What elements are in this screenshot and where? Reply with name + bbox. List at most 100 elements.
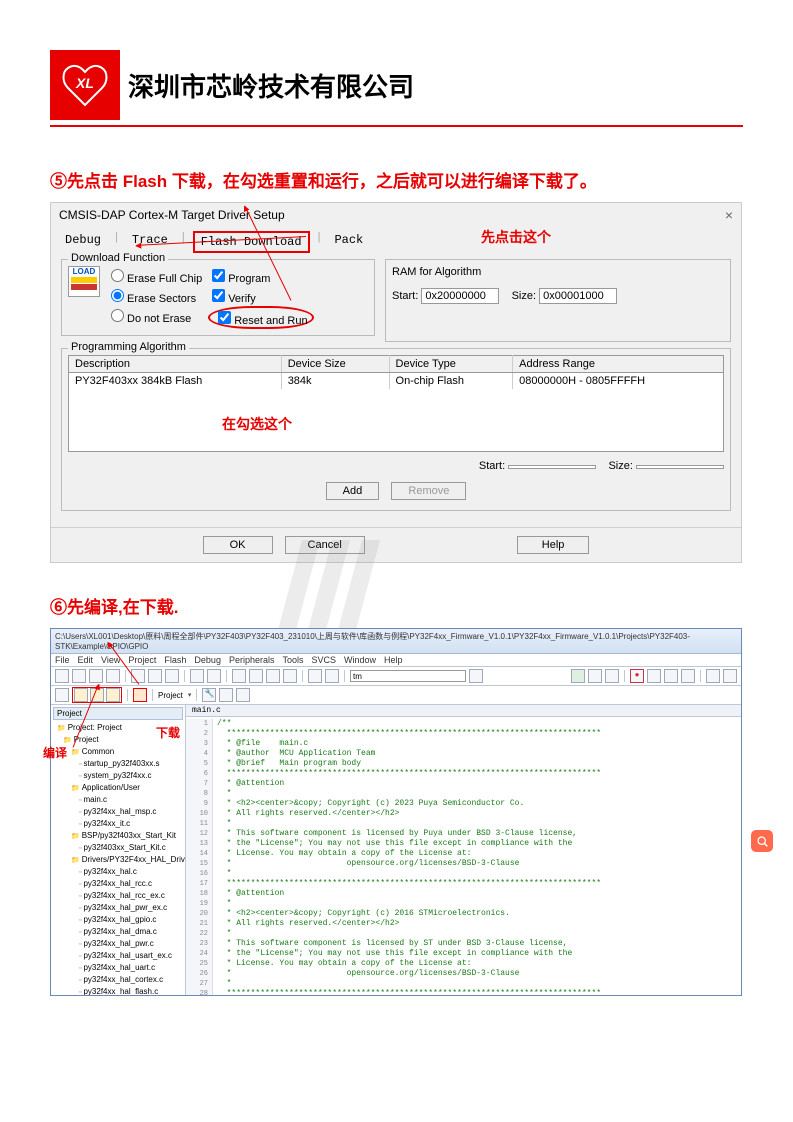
stop-icon[interactable]: ● [630, 669, 644, 683]
menu-project[interactable]: Project [128, 655, 156, 665]
project-tree[interactable]: Project Project: ProjectProjectCommonsta… [51, 705, 186, 995]
ok-button[interactable]: OK [203, 536, 273, 554]
tree-file[interactable]: startup_py32f403xx.s [53, 758, 183, 770]
tree-file[interactable]: py32f4xx_hal_dma.c [53, 926, 183, 938]
logo: XL [50, 50, 120, 120]
breakpoint-icon[interactable] [588, 669, 602, 683]
tree-folder[interactable]: Application/User [53, 782, 183, 794]
annotation-compile: 编译 [43, 744, 67, 761]
step6-title: ⑥先编译,在下载. [50, 593, 743, 618]
tab-trace[interactable]: Trace [126, 231, 174, 253]
th-address-range: Address Range [513, 356, 724, 373]
tree-file[interactable]: py32f4xx_hal_pwr_ex.c [53, 902, 183, 914]
tool-icon[interactable] [723, 669, 737, 683]
target-icon[interactable] [55, 688, 69, 702]
bookmark-icon[interactable] [232, 669, 246, 683]
ram-size-input[interactable]: 0x00001000 [539, 288, 617, 304]
bottom-size-input[interactable] [636, 465, 724, 469]
step-icon[interactable] [664, 669, 678, 683]
run-icon[interactable] [647, 669, 661, 683]
debug-icon[interactable] [571, 669, 585, 683]
check-program[interactable]: Program [208, 266, 313, 285]
outdent-icon[interactable] [325, 669, 339, 683]
options-icon[interactable]: 🔧 [202, 688, 216, 702]
tree-file[interactable]: py32f4xx_hal_flash.c [53, 986, 183, 995]
bookmark-clear-icon[interactable] [283, 669, 297, 683]
search-input[interactable] [350, 670, 466, 682]
code-editor[interactable]: main.c 1/**2 ***************************… [186, 705, 741, 995]
help-button[interactable]: Help [517, 536, 590, 554]
check-verify[interactable]: Verify [208, 286, 313, 305]
tree-folder[interactable]: Drivers/PY32F4xx_HAL_Driver [53, 854, 183, 866]
manage-icon[interactable] [219, 688, 233, 702]
code-line: 25 * License. You may obtain a copy of t… [186, 959, 741, 969]
undo-icon[interactable] [190, 669, 204, 683]
menu-file[interactable]: File [55, 655, 70, 665]
ram-start-input[interactable]: 0x20000000 [421, 288, 499, 304]
editor-tab[interactable]: main.c [186, 705, 741, 717]
cancel-button[interactable]: Cancel [285, 536, 365, 554]
tree-file[interactable]: system_py32f4xx.c [53, 770, 183, 782]
build-icon[interactable] [74, 688, 88, 702]
close-icon[interactable]: × [725, 207, 733, 223]
menu-flash[interactable]: Flash [164, 655, 186, 665]
code-line: 13 * the "License"; You may not use this… [186, 839, 741, 849]
download-icon[interactable] [133, 688, 147, 702]
code-line: 24 * the "License"; You may not use this… [186, 949, 741, 959]
tree-file[interactable]: py32f4xx_hal_usart_ex.c [53, 950, 183, 962]
menu-tools[interactable]: Tools [282, 655, 303, 665]
menu-peripherals[interactable]: Peripherals [229, 655, 275, 665]
tree-file[interactable]: py32f4xx_hal_cortex.c [53, 974, 183, 986]
tree-file[interactable]: py32f4xx_hal_rcc.c [53, 878, 183, 890]
code-line: 7 * @attention [186, 779, 741, 789]
tree-file[interactable]: py32f403xx_Start_Kit.c [53, 842, 183, 854]
table-row[interactable]: PY32F403xx 384kB Flash 384k On-chip Flas… [69, 373, 724, 390]
batch-build-icon[interactable] [106, 688, 120, 702]
remove-button[interactable]: Remove [391, 482, 466, 500]
tree-file[interactable]: py32f4xx_hal.c [53, 866, 183, 878]
tree-folder[interactable]: BSP/py32f403xx_Start_Kit [53, 830, 183, 842]
bookmark-prev-icon[interactable] [249, 669, 263, 683]
open-icon[interactable] [72, 669, 86, 683]
tree-file[interactable]: py32f4xx_hal_rcc_ex.c [53, 890, 183, 902]
tab-debug[interactable]: Debug [59, 231, 107, 253]
bottom-start-input[interactable] [508, 465, 596, 469]
tree-file[interactable]: py32f4xx_hal_uart.c [53, 962, 183, 974]
menu-svcs[interactable]: SVCS [312, 655, 337, 665]
ide-menubar[interactable]: FileEditViewProjectFlashDebugPeripherals… [51, 654, 741, 667]
radio-erase-full[interactable]: Erase Full Chip [106, 266, 202, 285]
tree-file[interactable]: main.c [53, 794, 183, 806]
find-icon[interactable] [469, 669, 483, 683]
new-icon[interactable] [55, 669, 69, 683]
tree-file[interactable]: py32f4xx_hal_pwr.c [53, 938, 183, 950]
bookmark-next-icon[interactable] [266, 669, 280, 683]
indent-icon[interactable] [308, 669, 322, 683]
saveall-icon[interactable] [106, 669, 120, 683]
tree-file[interactable]: py32f4xx_hal_msp.c [53, 806, 183, 818]
tree-file[interactable]: py32f4xx_hal_gpio.c [53, 914, 183, 926]
tab-pack[interactable]: Pack [328, 231, 369, 253]
books-icon[interactable] [236, 688, 250, 702]
radio-erase-sectors[interactable]: Erase Sectors [106, 286, 202, 305]
add-button[interactable]: Add [326, 482, 380, 500]
check-reset-run[interactable]: Reset and Run [208, 306, 313, 329]
radio-do-not-erase[interactable]: Do not Erase [106, 306, 202, 325]
insert-bp-icon[interactable] [605, 669, 619, 683]
config-icon[interactable] [706, 669, 720, 683]
side-search-badge[interactable] [751, 830, 773, 852]
stepover-icon[interactable] [681, 669, 695, 683]
paste-icon[interactable] [165, 669, 179, 683]
ide-titlebar: C:\Users\XL001\Desktop\原料\周程全部件\PY32F403… [51, 629, 741, 654]
save-icon[interactable] [89, 669, 103, 683]
menu-window[interactable]: Window [344, 655, 376, 665]
redo-icon[interactable] [207, 669, 221, 683]
menu-debug[interactable]: Debug [194, 655, 221, 665]
copy-icon[interactable] [148, 669, 162, 683]
menu-help[interactable]: Help [384, 655, 403, 665]
menu-edit[interactable]: Edit [78, 655, 94, 665]
tree-folder[interactable]: Common [53, 746, 183, 758]
load-icon[interactable]: LOAD [68, 266, 100, 297]
target-select[interactable]: Project [158, 691, 183, 700]
tree-file[interactable]: py32f4xx_it.c [53, 818, 183, 830]
dialog-tabs: Debug | Trace | Flash Download | Pack [51, 227, 741, 253]
